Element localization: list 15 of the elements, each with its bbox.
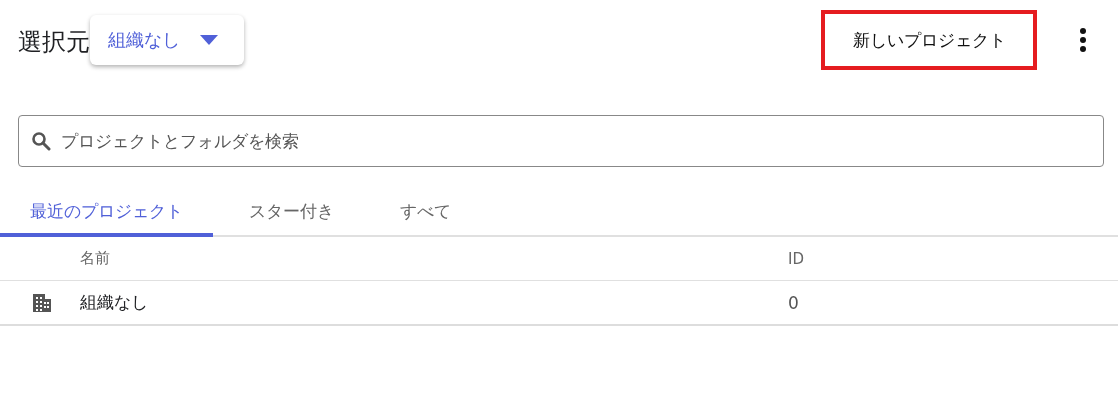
table-cell-text: 組織なし	[80, 291, 149, 314]
more-options-icon[interactable]	[1079, 27, 1087, 53]
new-project-button[interactable]: 新しいプロジェクト	[821, 10, 1037, 70]
tab[interactable]: スター付き	[213, 189, 370, 237]
dialog-title: 選択元	[18, 27, 90, 58]
column-header: 名前	[80, 249, 111, 268]
tab[interactable]: 最近のプロジェクト	[0, 189, 213, 237]
search-icon	[31, 131, 51, 151]
table-cell-text: 0	[788, 292, 800, 313]
column-header: ID	[788, 249, 805, 268]
search-field[interactable]: プロジェクトとフォルダを検索	[18, 115, 1104, 167]
tab[interactable]: すべて	[370, 189, 481, 237]
building-icon	[32, 292, 52, 313]
caret-icon	[200, 35, 218, 45]
organization-dropdown[interactable]: 組織なし	[90, 15, 244, 65]
